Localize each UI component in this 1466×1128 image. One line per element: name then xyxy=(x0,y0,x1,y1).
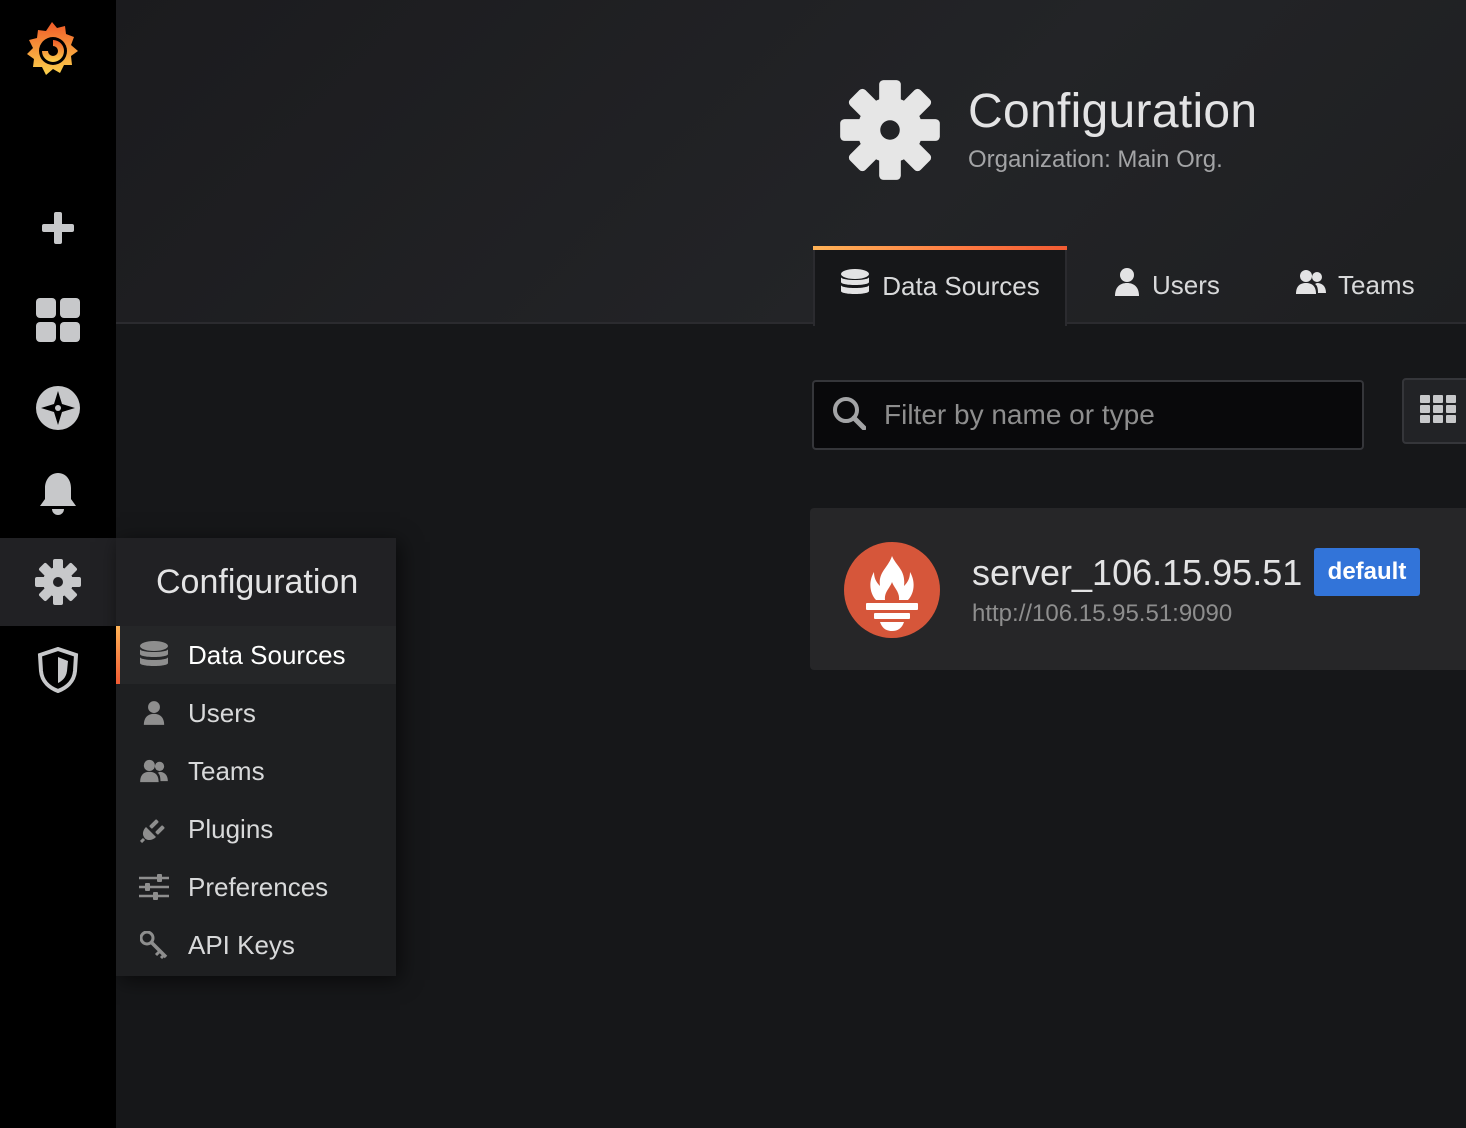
sidebar xyxy=(0,0,116,1128)
datasource-card[interactable]: server_106.15.95.51 default http://106.1… xyxy=(810,508,1466,670)
search-icon xyxy=(832,396,867,435)
menu-item-label: Users xyxy=(188,697,256,728)
tab-label: Users xyxy=(1152,269,1220,300)
menu-item-plugins[interactable]: Plugins xyxy=(116,800,396,858)
menu-item-label: Data Sources xyxy=(188,639,346,670)
users-icon xyxy=(138,755,170,787)
menu-item-label: Plugins xyxy=(188,813,274,844)
database-icon xyxy=(138,639,170,671)
tab-users[interactable]: Users xyxy=(1114,246,1220,324)
page-header: Configuration Organization: Main Org. Da… xyxy=(116,0,1466,326)
menu-item-label: Preferences xyxy=(188,871,329,902)
prometheus-icon xyxy=(844,542,940,643)
tab-label: Data Sources xyxy=(882,270,1040,301)
menu-item-label: API Keys xyxy=(188,929,295,960)
key-icon xyxy=(138,929,170,961)
menu-item-users[interactable]: Users xyxy=(116,684,396,742)
tab-teams[interactable]: Teams xyxy=(1296,246,1415,324)
dashboards-icon[interactable] xyxy=(0,276,116,364)
alerting-bell-icon[interactable] xyxy=(0,450,116,538)
page-subtitle: Organization: Main Org. xyxy=(968,146,1223,173)
users-icon xyxy=(1296,269,1326,302)
datasource-url: http://106.15.95.51:9090 xyxy=(972,600,1233,627)
create-plus-icon[interactable] xyxy=(0,184,116,272)
menu-item-teams[interactable]: Teams xyxy=(116,742,396,800)
grid-view-button[interactable] xyxy=(1402,378,1466,444)
grafana-logo[interactable] xyxy=(22,18,82,80)
filter-box xyxy=(812,380,1364,450)
configuration-gear-icon xyxy=(838,78,942,187)
grid-icon xyxy=(1420,394,1456,428)
database-icon xyxy=(840,268,870,304)
flyout-title[interactable]: Configuration xyxy=(116,538,396,626)
sliders-icon xyxy=(138,871,170,903)
explore-compass-icon[interactable] xyxy=(0,364,116,452)
configuration-gear-icon[interactable] xyxy=(0,538,116,626)
menu-item-label: Teams xyxy=(188,755,265,786)
datasource-name[interactable]: server_106.15.95.51 xyxy=(972,552,1302,594)
tab-data-sources[interactable]: Data Sources xyxy=(813,246,1067,326)
plug-icon xyxy=(138,813,170,845)
default-badge: default xyxy=(1314,548,1420,596)
server-admin-shield-icon[interactable] xyxy=(0,626,116,714)
menu-item-preferences[interactable]: Preferences xyxy=(116,858,396,916)
user-icon xyxy=(1114,267,1140,304)
user-icon xyxy=(138,697,170,729)
menu-item-data-sources[interactable]: Data Sources xyxy=(116,626,396,684)
page-title: Configuration xyxy=(968,85,1258,138)
tab-label: Teams xyxy=(1338,269,1415,300)
configuration-flyout-menu: Configuration Data Sources Users Teams P… xyxy=(116,538,396,976)
menu-item-api-keys[interactable]: API Keys xyxy=(116,916,396,974)
filter-input[interactable] xyxy=(884,399,1344,431)
